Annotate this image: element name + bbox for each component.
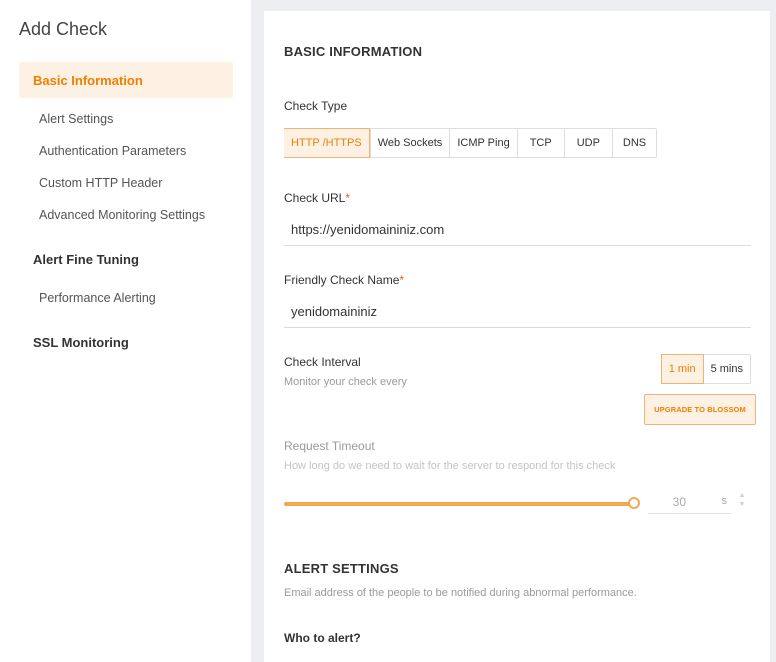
check-type-udp[interactable]: UDP <box>563 129 612 157</box>
chevron-up-icon[interactable]: ▲ <box>736 491 748 500</box>
check-type-tcp[interactable]: TCP <box>516 129 564 157</box>
timeout-slider-track[interactable] <box>284 502 634 506</box>
interval-1-min[interactable]: 1 min <box>660 354 704 384</box>
friendly-name-value: yenidomaininiz <box>291 304 377 319</box>
sidebar-item-alert-fine-tuning[interactable]: Alert Fine Tuning <box>33 252 139 267</box>
sidebar-item-basic-information[interactable]: Basic Information <box>19 62 233 98</box>
friendly-name-input[interactable]: yenidomaininiz <box>284 294 751 328</box>
check-url-label: Check URL* <box>284 191 350 205</box>
sidebar-item-advanced-monitoring-settings[interactable]: Advanced Monitoring Settings <box>39 208 205 222</box>
timeout-value: 30 <box>672 495 686 509</box>
sidebar-item-label: Basic Information <box>33 73 143 88</box>
check-interval-hint: Monitor your check every <box>284 376 407 388</box>
upgrade-button[interactable]: UPGRADE TO BLOSSOM <box>644 394 756 425</box>
page-title: Add Check <box>19 19 108 39</box>
check-type-websockets[interactable]: Web Sockets <box>369 129 450 157</box>
check-url-label-text: Check URL <box>284 191 346 205</box>
sidebar-item-authentication-parameters[interactable]: Authentication Parameters <box>39 144 186 158</box>
interval-5-mins[interactable]: 5 mins <box>704 355 750 383</box>
timeout-stepper[interactable]: ▲ ▼ <box>736 491 748 511</box>
chevron-down-icon[interactable]: ▼ <box>736 500 748 509</box>
friendly-name-label-text: Friendly Check Name <box>284 273 400 287</box>
section-heading-basic-information: BASIC INFORMATION <box>284 44 423 59</box>
check-url-value: https://yenidomaininiz.com <box>291 222 445 237</box>
alert-settings-hint: Email address of the people to be notifi… <box>284 587 637 599</box>
timeout-unit: s <box>721 495 728 507</box>
sidebar-item-ssl-monitoring[interactable]: SSL Monitoring <box>33 335 129 350</box>
friendly-name-label: Friendly Check Name* <box>284 273 404 287</box>
check-interval-selector: 1 min 5 mins <box>660 354 751 384</box>
required-mark: * <box>399 273 405 287</box>
check-interval-label: Check Interval <box>284 355 361 369</box>
check-type-http[interactable]: HTTP /HTTPS <box>284 128 370 158</box>
sidebar-item-alert-settings[interactable]: Alert Settings <box>39 112 113 126</box>
check-type-selector: HTTP /HTTPS Web Sockets ICMP Ping TCP UD… <box>284 128 658 158</box>
who-to-alert-label: Who to alert? <box>284 631 361 645</box>
section-heading-alert-settings: ALERT SETTINGS <box>284 561 399 576</box>
check-type-label: Check Type <box>284 99 348 113</box>
request-timeout-hint: How long do we need to wait for the serv… <box>284 460 616 472</box>
sidebar-item-performance-alerting[interactable]: Performance Alerting <box>39 291 156 305</box>
check-type-dns[interactable]: DNS <box>611 129 656 157</box>
sidebar: Add Check Basic Information Alert Settin… <box>0 0 251 662</box>
check-type-icmp-ping[interactable]: ICMP Ping <box>449 129 516 157</box>
timeout-number-input[interactable]: 30 s <box>649 490 731 514</box>
sidebar-item-custom-http-header[interactable]: Custom HTTP Header <box>39 176 162 190</box>
form-card: BASIC INFORMATION Check Type HTTP /HTTPS… <box>264 11 770 662</box>
request-timeout-label: Request Timeout <box>284 439 375 453</box>
check-url-input[interactable]: https://yenidomaininiz.com <box>284 212 751 246</box>
required-mark: * <box>345 191 351 205</box>
timeout-slider-handle[interactable] <box>628 497 640 509</box>
